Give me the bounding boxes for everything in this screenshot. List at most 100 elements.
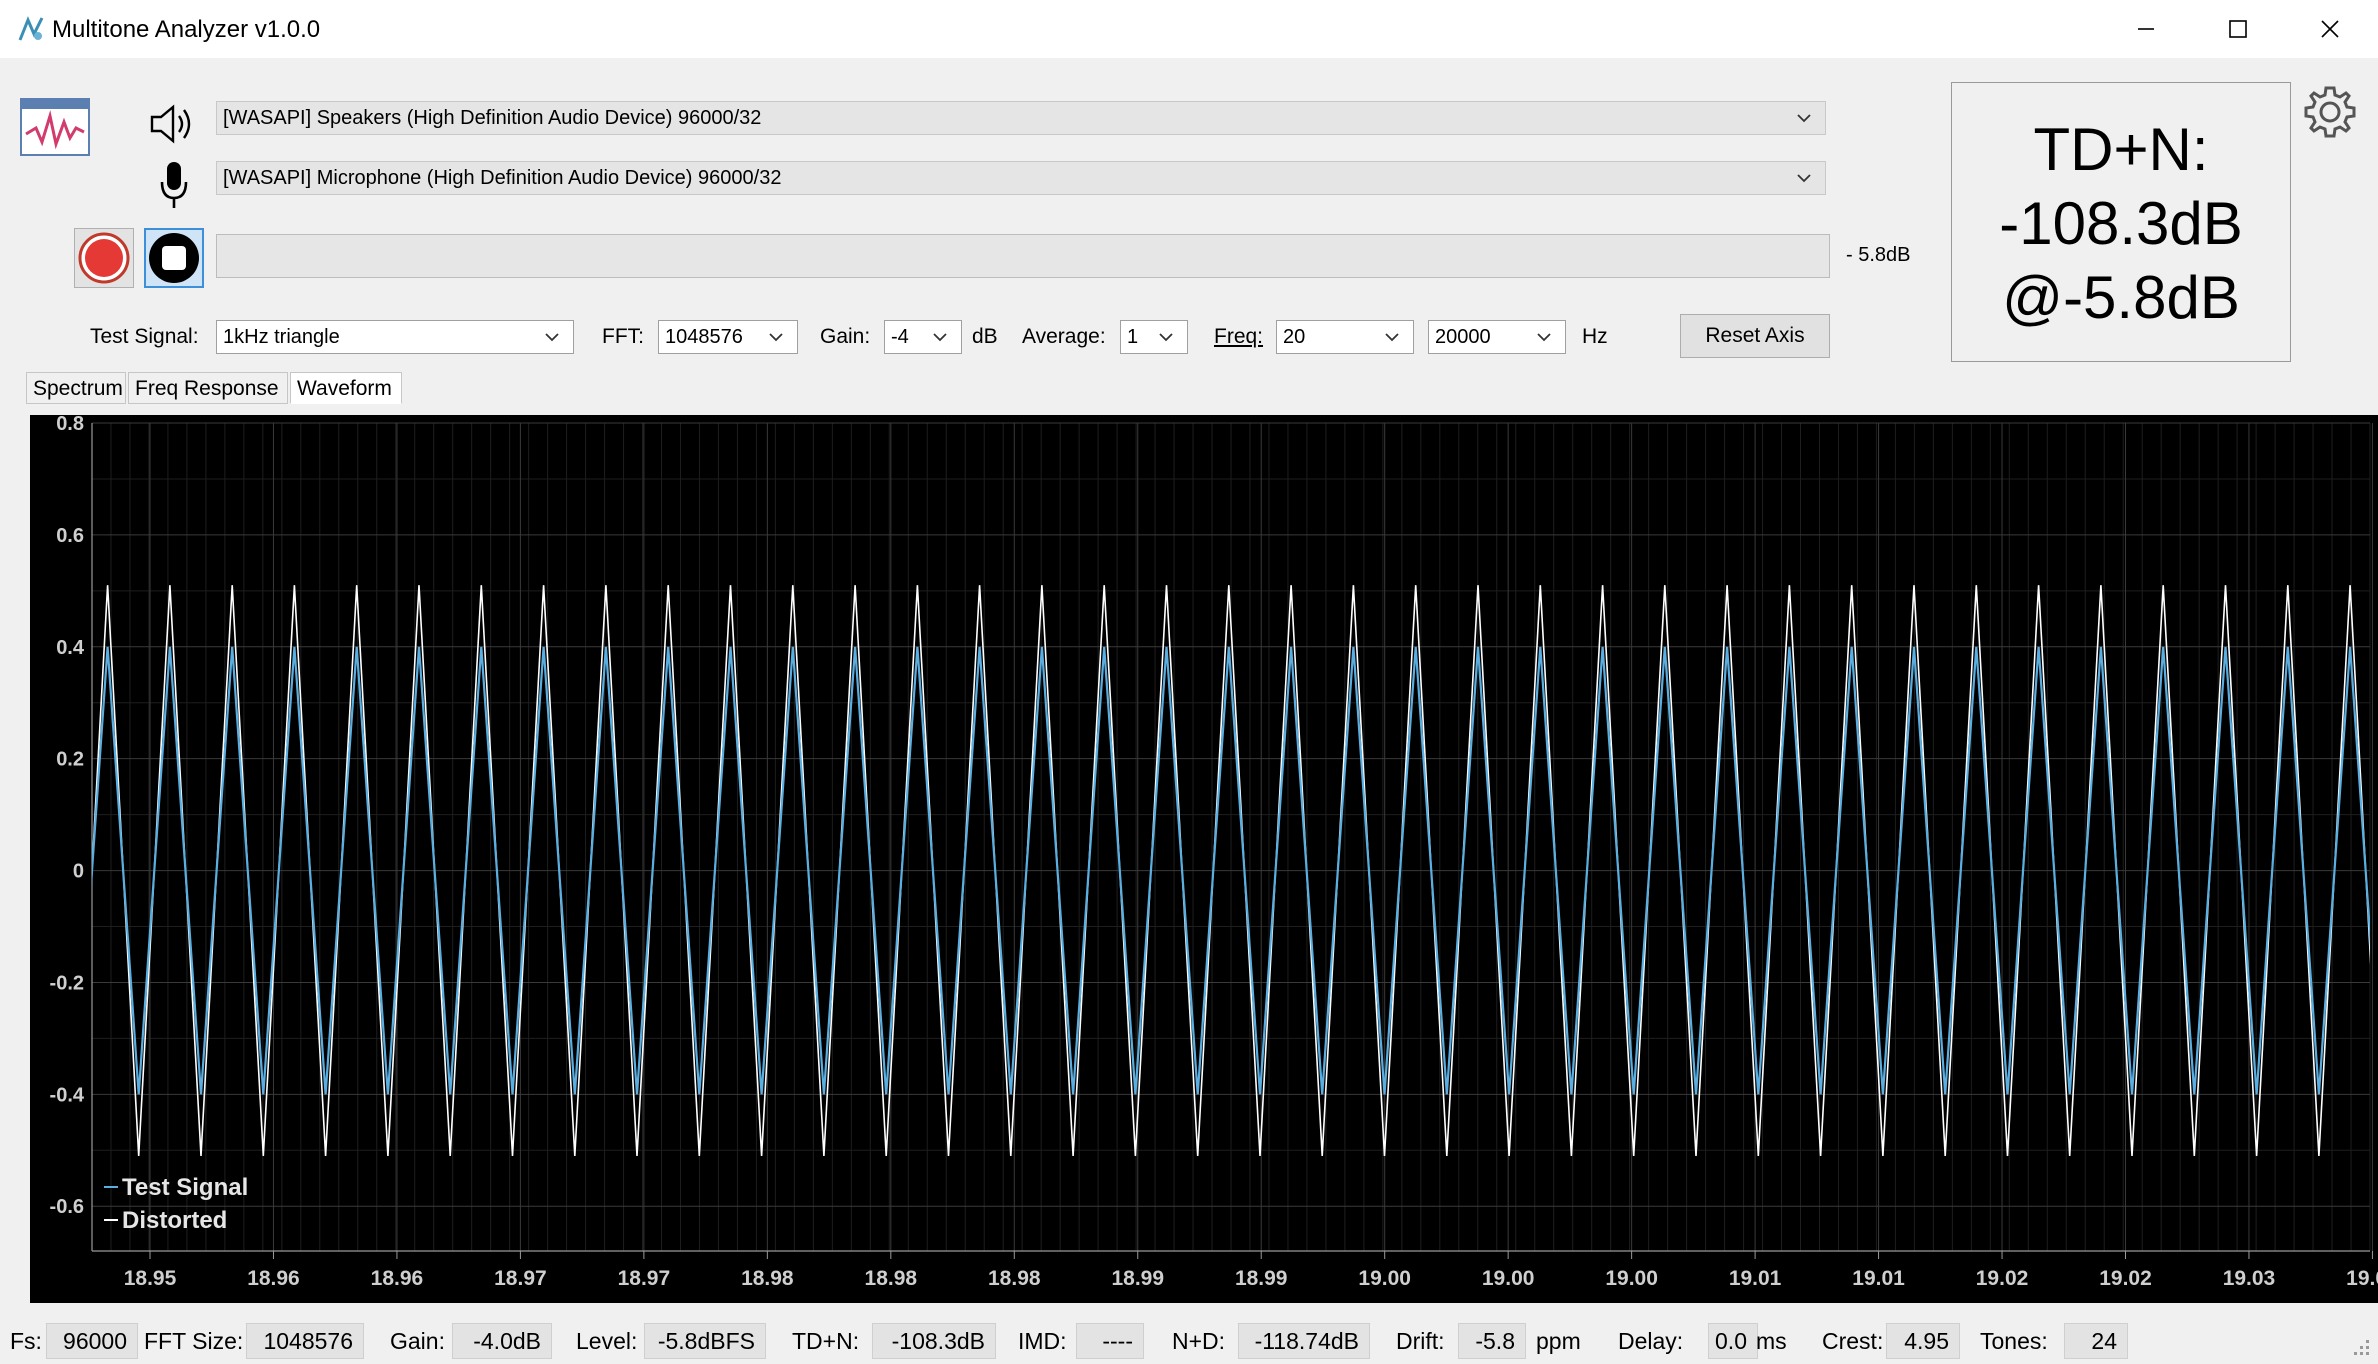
x-tick-label: 18.99: [1111, 1267, 1164, 1290]
status-imd-value: ----: [1076, 1323, 1144, 1359]
tab-freq-response[interactable]: Freq Response: [128, 372, 288, 404]
chevron-down-icon: [1385, 333, 1399, 342]
x-tick-label: 18.97: [618, 1267, 671, 1290]
status-delay-unit: ms: [1756, 1328, 1787, 1354]
speaker-icon: [150, 104, 191, 144]
x-tick-label: 18.99: [1235, 1267, 1288, 1290]
status-fft-label: FFT Size:: [144, 1328, 244, 1354]
status-fft-value: 1048576: [246, 1323, 364, 1359]
average-select[interactable]: 1: [1120, 320, 1188, 354]
status-delay-label: Delay:: [1618, 1328, 1684, 1354]
window-title: Multitone Analyzer v1.0.0: [52, 16, 321, 43]
gain-label: Gain:: [820, 325, 871, 348]
x-tick-label: 19.00: [1605, 1267, 1658, 1290]
x-tick-label: 18.98: [865, 1267, 918, 1290]
close-icon: [2321, 20, 2339, 38]
x-tick-label: 18.96: [371, 1267, 424, 1290]
y-tick-label: 0.8: [56, 415, 84, 435]
tab-spectrum[interactable]: Spectrum: [26, 372, 126, 404]
freq-min-select[interactable]: 20: [1276, 320, 1414, 354]
freq-unit: Hz: [1582, 325, 1608, 348]
record-icon: [78, 232, 130, 284]
status-tones-label: Tones:: [1980, 1328, 2048, 1354]
tdn-title: TD+N:: [2033, 116, 2209, 183]
x-tick-label: 19.00: [1482, 1267, 1535, 1290]
x-tick-label: 19.01: [1729, 1267, 1782, 1290]
chevron-down-icon: [545, 333, 559, 342]
x-tick-label: 18.98: [741, 1267, 794, 1290]
status-drift-value: -5.8: [1458, 1323, 1526, 1359]
level-value: - 5.8dB: [1846, 244, 1911, 266]
maximize-icon: [2229, 20, 2247, 38]
fft-select[interactable]: 1048576: [658, 320, 798, 354]
output-device-select[interactable]: [WASAPI] Speakers (High Definition Audio…: [216, 101, 1826, 135]
microphone-icon: [160, 162, 188, 208]
chevron-down-icon: [1537, 333, 1551, 342]
status-tdn-value: -108.3dB: [872, 1323, 996, 1359]
tdn-level: @-5.8dB: [2002, 264, 2240, 331]
x-tick-label: 19.02: [2099, 1267, 2152, 1290]
y-tick-label: 0.4: [56, 637, 85, 659]
x-tick-label: 18.96: [247, 1267, 300, 1290]
y-tick-label: -0.6: [50, 1196, 84, 1218]
x-tick-label: 19.03: [2223, 1267, 2276, 1290]
status-imd-label: IMD:: [1018, 1328, 1067, 1354]
output-device-value: [WASAPI] Speakers (High Definition Audio…: [223, 107, 762, 129]
record-button[interactable]: [74, 228, 134, 288]
status-level-value: -5.8dBFS: [644, 1323, 766, 1359]
minimize-icon: [2138, 28, 2154, 30]
y-tick-label: 0: [73, 861, 84, 883]
waveform-plot[interactable]: 0.8 0.6 0.4 0.2 0 -0.2 -0.4 -0.6 18.95 18.96 18.96…: [30, 413, 2378, 1303]
status-level-label: Level:: [576, 1328, 638, 1354]
x-tick-label: 19.01: [1852, 1267, 1905, 1290]
y-tick-label: 0.6: [56, 525, 84, 547]
legend-entry: Test Signal: [122, 1174, 248, 1201]
x-tick-label: 18.98: [988, 1267, 1041, 1290]
freq-label: Freq:: [1214, 325, 1264, 348]
gain-select[interactable]: -4: [884, 320, 962, 354]
status-crest-label: Crest:: [1822, 1328, 1884, 1354]
close-button[interactable]: [2284, 0, 2376, 58]
gain-unit: dB: [972, 325, 998, 348]
status-delay-value: 0.0: [1708, 1323, 1758, 1359]
chevron-down-icon: [769, 333, 783, 342]
fft-label: FFT:: [602, 325, 644, 348]
status-drift-unit: ppm: [1536, 1328, 1581, 1354]
freq-min-value: 20: [1283, 326, 1306, 348]
stop-button[interactable]: [144, 228, 204, 288]
waveform-app-icon: [20, 98, 90, 156]
status-nd-value: -118.74dB: [1238, 1323, 1370, 1359]
y-tick-label: 0.2: [56, 749, 84, 771]
status-crest-value: 4.95: [1886, 1323, 1960, 1359]
fft-value: 1048576: [665, 326, 743, 348]
x-tick-label: 19.00: [1358, 1267, 1411, 1290]
level-meter: [216, 234, 1830, 278]
status-fs-value: 96000: [46, 1323, 138, 1359]
tab-waveform[interactable]: Waveform: [290, 372, 402, 404]
resize-grip-icon[interactable]: [2350, 1336, 2372, 1358]
reset-axis-button[interactable]: Reset Axis: [1680, 314, 1830, 358]
chevron-down-icon: [933, 333, 947, 342]
maximize-button[interactable]: [2192, 0, 2284, 58]
status-gain-label: Gain:: [390, 1328, 445, 1354]
status-nd-label: N+D:: [1172, 1328, 1226, 1354]
minimize-button[interactable]: [2100, 0, 2192, 58]
title-bar: Multitone Analyzer v1.0.0: [0, 0, 2378, 58]
legend-entry: Distorted: [122, 1207, 227, 1234]
x-tick-label: 19.02: [1976, 1267, 2029, 1290]
tdn-value: -108.3dB: [1999, 190, 2243, 257]
test-signal-select[interactable]: 1kHz triangle: [216, 320, 574, 354]
gain-value: -4: [891, 326, 909, 348]
test-signal-value: 1kHz triangle: [223, 326, 340, 348]
freq-max-select[interactable]: 20000: [1428, 320, 1566, 354]
status-tdn-label: TD+N:: [792, 1328, 860, 1354]
chevron-down-icon: [1159, 333, 1173, 342]
input-device-select[interactable]: [WASAPI] Microphone (High Definition Aud…: [216, 161, 1826, 195]
tdn-display: TD+N: -108.3dB @-5.8dB: [1951, 82, 2291, 362]
status-drift-label: Drift:: [1396, 1328, 1445, 1354]
average-label: Average:: [1022, 325, 1106, 348]
test-signal-label: Test Signal:: [90, 325, 199, 348]
status-gain-value: -4.0dB: [452, 1323, 552, 1359]
settings-gear-icon[interactable]: [2300, 82, 2360, 142]
app-logo-icon: [18, 16, 44, 41]
